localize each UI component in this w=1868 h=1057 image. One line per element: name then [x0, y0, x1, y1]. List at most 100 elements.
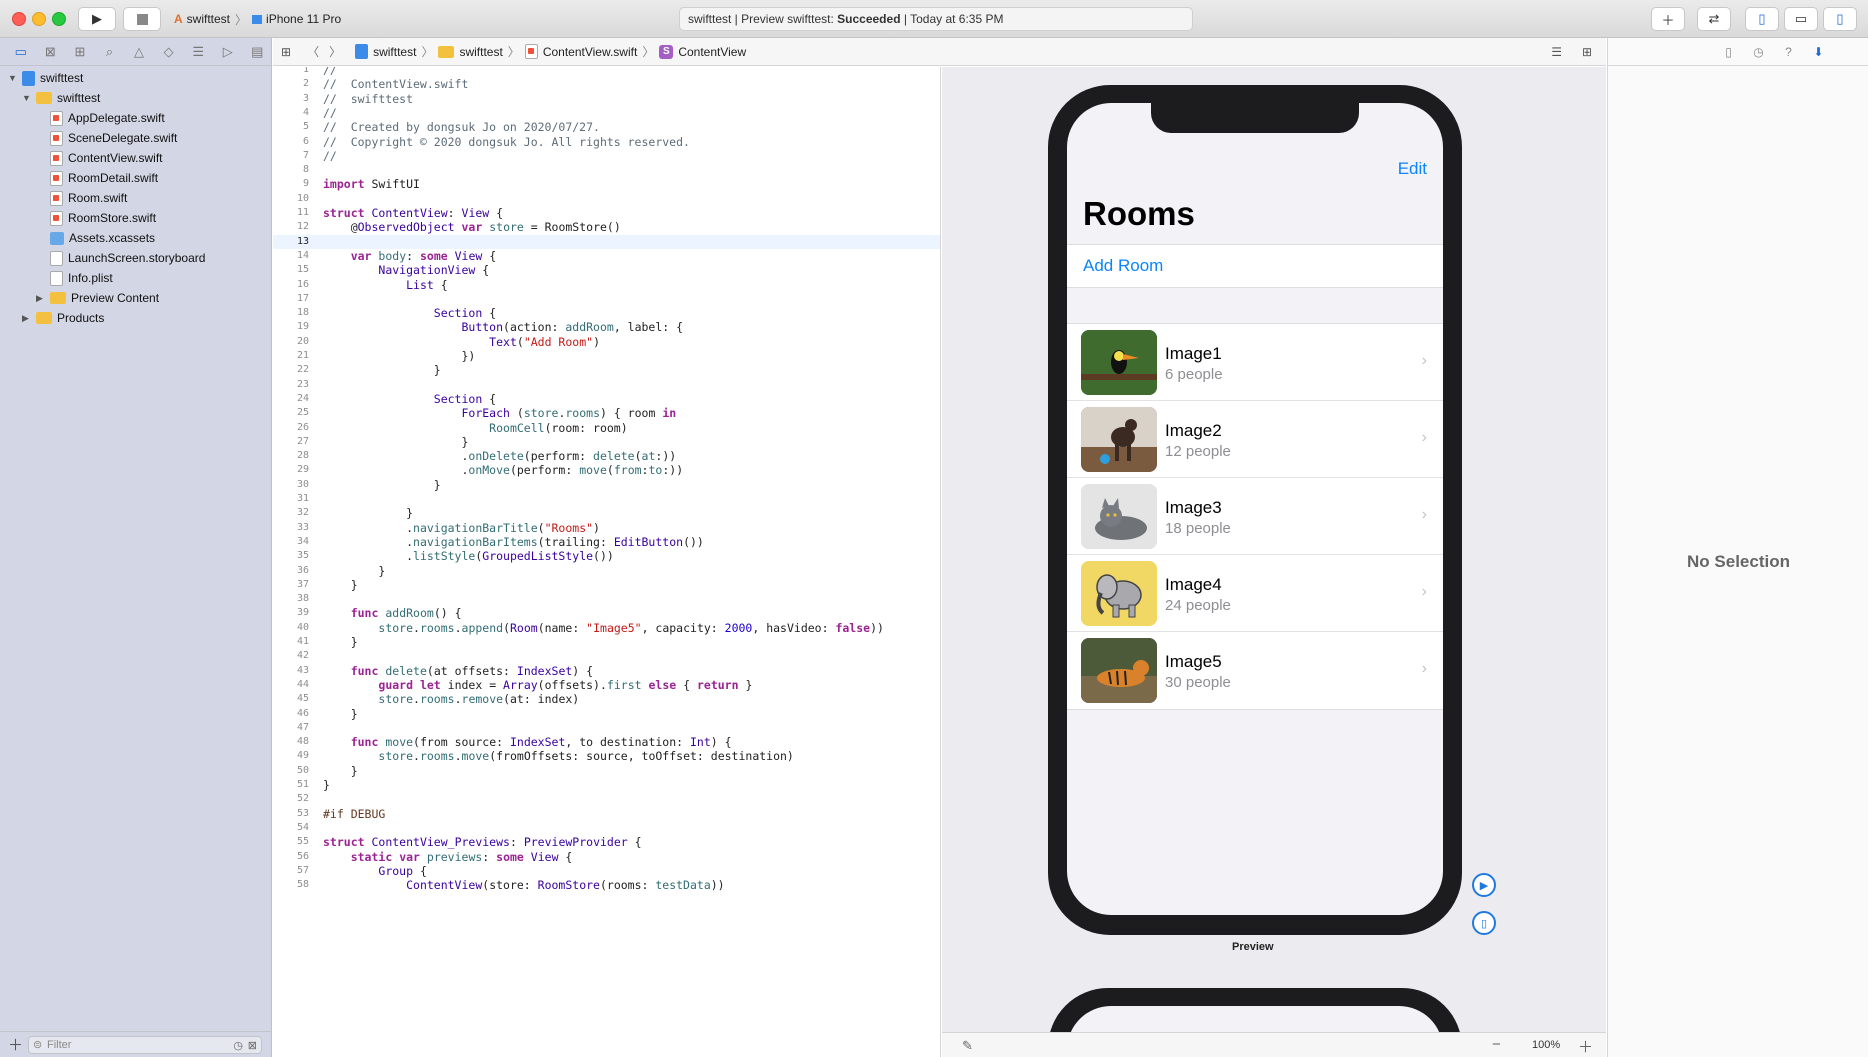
- navigator-item[interactable]: RoomStore.swift: [0, 208, 272, 228]
- breadcrumb-group[interactable]: swifttest: [459, 45, 502, 59]
- code-line[interactable]: 9 import SwiftUI: [273, 177, 940, 191]
- code-line[interactable]: 38: [273, 592, 940, 606]
- add-room-button[interactable]: Add Room: [1067, 244, 1443, 288]
- code-review-button[interactable]: ⇄: [1697, 7, 1731, 31]
- code-line[interactable]: 52: [273, 792, 940, 806]
- zoom-in-icon[interactable]: ＋: [1578, 1036, 1593, 1057]
- attributes-inspector-icon[interactable]: ⬇: [1808, 41, 1830, 63]
- debug-icon[interactable]: ☰: [183, 38, 213, 66]
- toggle-navigator-button[interactable]: ▯: [1745, 7, 1779, 31]
- navigator-item[interactable]: ▼ swifttest: [0, 88, 272, 108]
- code-line[interactable]: 33 .navigationBarTitle("Rooms"): [273, 521, 940, 535]
- toggle-debug-area-button[interactable]: ▭: [1784, 7, 1818, 31]
- navigator-item[interactable]: ▼ swifttest: [0, 68, 272, 88]
- scheme-selector[interactable]: A swifttest 〉 iPhone 11 Pro: [170, 7, 354, 31]
- code-line[interactable]: 50 }: [273, 764, 940, 778]
- room-cell[interactable]: Image5 30 people ›: [1067, 632, 1443, 709]
- code-line[interactable]: 3 // swifttest: [273, 92, 940, 106]
- code-line[interactable]: 30 }: [273, 478, 940, 492]
- room-cell[interactable]: Image2 12 people ›: [1067, 401, 1443, 478]
- close-window-button[interactable]: [12, 12, 26, 26]
- related-items-icon[interactable]: ⊞: [281, 45, 291, 59]
- warning-icon[interactable]: △: [124, 38, 154, 66]
- disclosure-closed-icon[interactable]: ▶: [22, 313, 29, 324]
- code-line[interactable]: 2 // ContentView.swift: [273, 77, 940, 91]
- toggle-inspector-button[interactable]: ▯: [1823, 7, 1857, 31]
- pin-icon[interactable]: ✎: [962, 1038, 973, 1054]
- room-cell[interactable]: Image4 24 people ›: [1067, 555, 1443, 632]
- code-line[interactable]: 47: [273, 721, 940, 735]
- run-button[interactable]: ▶: [78, 7, 116, 31]
- live-preview-button[interactable]: ▶: [1472, 873, 1496, 897]
- code-line[interactable]: 4 //: [273, 106, 940, 120]
- edit-button[interactable]: Edit: [1398, 159, 1427, 179]
- navigator-item[interactable]: Info.plist: [0, 268, 272, 288]
- code-line[interactable]: 21 }): [273, 349, 940, 363]
- editor-options-icon[interactable]: ☰: [1551, 45, 1562, 59]
- navigator-item[interactable]: LaunchScreen.storyboard: [0, 248, 272, 268]
- navigator-item[interactable]: SceneDelegate.swift: [0, 128, 272, 148]
- code-line[interactable]: 12 @ObservedObject var store = RoomStore…: [273, 220, 940, 234]
- room-cell[interactable]: Image3 18 people ›: [1067, 478, 1443, 555]
- disclosure-open-icon[interactable]: ▼: [22, 93, 31, 103]
- navigator-item[interactable]: ▶ Products: [0, 308, 272, 328]
- code-line[interactable]: 17: [273, 292, 940, 306]
- code-line[interactable]: 5 // Created by dongsuk Jo on 2020/07/27.: [273, 120, 940, 134]
- breadcrumb-file[interactable]: ContentView.swift: [543, 45, 638, 59]
- code-line[interactable]: 14 var body: some View {: [273, 249, 940, 263]
- code-line[interactable]: 43 func delete(at offsets: IndexSet) {: [273, 664, 940, 678]
- code-line[interactable]: 29 .onMove(perform: move(from:to:)): [273, 463, 940, 477]
- code-line[interactable]: 24 Section {: [273, 392, 940, 406]
- code-line[interactable]: 39 func addRoom() {: [273, 606, 940, 620]
- hierarchy-icon[interactable]: ⊞: [65, 38, 95, 66]
- navigator-item[interactable]: ▶ Preview Content: [0, 288, 272, 308]
- report-icon[interactable]: ▤: [243, 38, 273, 66]
- recent-files-icon[interactable]: ◷: [233, 1039, 243, 1052]
- library-button[interactable]: ＋: [1651, 7, 1685, 31]
- disclosure-open-icon[interactable]: ▼: [8, 73, 17, 83]
- navigator-item[interactable]: ContentView.swift: [0, 148, 272, 168]
- navigator-item[interactable]: RoomDetail.swift: [0, 168, 272, 188]
- code-line[interactable]: 7 //: [273, 149, 940, 163]
- code-line[interactable]: 48 func move(from source: IndexSet, to d…: [273, 735, 940, 749]
- code-line[interactable]: 20 Text("Add Room"): [273, 335, 940, 349]
- code-line[interactable]: 46 }: [273, 707, 940, 721]
- stop-button[interactable]: [123, 7, 161, 31]
- code-line[interactable]: 26 RoomCell(room: room): [273, 421, 940, 435]
- code-line[interactable]: 1 //: [273, 67, 940, 77]
- code-line[interactable]: 58 ContentView(store: RoomStore(rooms: t…: [273, 878, 940, 892]
- code-line[interactable]: 40 store.rooms.append(Room(name: "Image5…: [273, 621, 940, 635]
- code-line[interactable]: 16 List {: [273, 278, 940, 292]
- code-line[interactable]: 53 #if DEBUG: [273, 807, 940, 821]
- room-cell[interactable]: Image1 6 people ›: [1067, 324, 1443, 401]
- code-line[interactable]: 27 }: [273, 435, 940, 449]
- navigator-item[interactable]: Room.swift: [0, 188, 272, 208]
- back-icon[interactable]: 〈: [307, 43, 319, 60]
- code-line[interactable]: 41 }: [273, 635, 940, 649]
- code-line[interactable]: 49 store.rooms.move(fromOffsets: source,…: [273, 749, 940, 763]
- source-editor[interactable]: 1 // 2 // ContentView.swift 3 // swifttest 4 //…: [273, 67, 941, 1057]
- code-line[interactable]: 44 guard let index = Array(offsets).firs…: [273, 678, 940, 692]
- preview-on-device-button[interactable]: ▯: [1472, 911, 1496, 935]
- history-inspector-icon[interactable]: ◷: [1748, 41, 1770, 63]
- code-line[interactable]: 28 .onDelete(perform: delete(at:)): [273, 449, 940, 463]
- code-line[interactable]: 11 struct ContentView: View {: [273, 206, 940, 220]
- code-line[interactable]: 36 }: [273, 564, 940, 578]
- test-icon[interactable]: ◇: [154, 38, 184, 66]
- forward-icon[interactable]: 〉: [329, 43, 341, 60]
- search-icon[interactable]: ⌕: [95, 38, 125, 66]
- breadcrumb-project[interactable]: swifttest: [373, 45, 416, 59]
- code-line[interactable]: 45 store.rooms.remove(at: index): [273, 692, 940, 706]
- scm-filter-icon[interactable]: ⊠: [248, 1039, 257, 1052]
- code-line[interactable]: 25 ForEach (store.rooms) { room in: [273, 406, 940, 420]
- code-line[interactable]: 37 }: [273, 578, 940, 592]
- code-line[interactable]: 15 NavigationView {: [273, 263, 940, 277]
- code-line[interactable]: 54: [273, 821, 940, 835]
- filter-input[interactable]: ⊜ Filter ◷ ⊠: [28, 1036, 262, 1054]
- add-file-icon[interactable]: ＋: [8, 1034, 23, 1055]
- code-line[interactable]: 51}: [273, 778, 940, 792]
- code-line[interactable]: 42: [273, 649, 940, 663]
- code-line[interactable]: 6 // Copyright © 2020 dongsuk Jo. All rig…: [273, 135, 940, 149]
- code-line[interactable]: 57 Group {: [273, 864, 940, 878]
- help-inspector-icon[interactable]: ?: [1778, 41, 1800, 63]
